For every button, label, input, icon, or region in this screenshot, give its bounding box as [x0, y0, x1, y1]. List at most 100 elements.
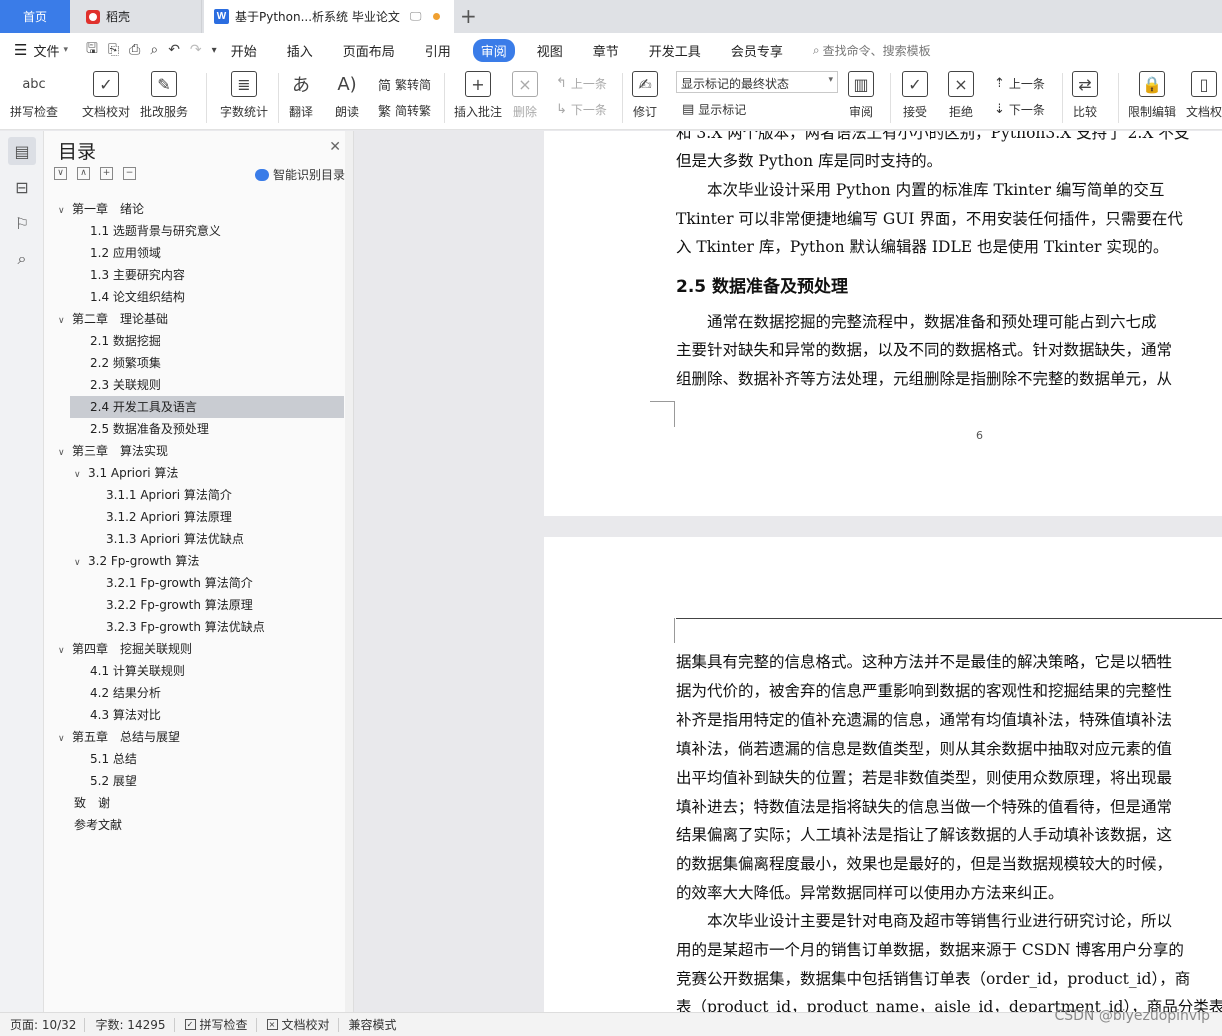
- monitor-icon[interactable]: 🖵: [410, 9, 422, 24]
- trad-to-simp-button[interactable]: 简 繁转简: [378, 75, 431, 94]
- word-count-button[interactable]: ≣ 字数统计: [220, 67, 268, 120]
- print-icon[interactable]: ⎙: [129, 42, 140, 58]
- toc-item[interactable]: 2.3 关联规则: [44, 374, 344, 396]
- toc-item[interactable]: ∨ 第一章 绪论: [44, 198, 344, 220]
- translate-button[interactable]: あ 翻译: [288, 67, 314, 120]
- tab-daoke[interactable]: 稻壳: [72, 0, 202, 33]
- bookmark-icon[interactable]: ⚐: [8, 209, 36, 237]
- chevron-down-icon[interactable]: ∨: [74, 552, 88, 574]
- spell-check-toggle[interactable]: ✓ 拼写检查: [184, 1016, 248, 1033]
- prev-comment-button[interactable]: ↰ 上一条: [556, 75, 607, 92]
- toc-item[interactable]: 1.4 论文组织结构: [44, 286, 344, 308]
- chevron-down-icon[interactable]: ∨: [74, 464, 88, 486]
- toc-item[interactable]: 3.1.1 Apriori 算法简介: [44, 484, 344, 506]
- document-canvas[interactable]: 和 3.X 两个版本，两者语法上有小小的区别，Python3.X 支持了 2.X…: [355, 131, 1222, 1012]
- chevron-down-icon[interactable]: ∨: [58, 200, 72, 222]
- insert-comment-button[interactable]: + 插入批注: [454, 67, 502, 120]
- toc-item[interactable]: 1.3 主要研究内容: [44, 264, 344, 286]
- toc-item[interactable]: 3.2.3 Fp-growth 算法优缺点: [44, 616, 344, 638]
- add-heading-icon[interactable]: +: [100, 167, 113, 180]
- chevron-down-icon[interactable]: ∨: [58, 728, 72, 750]
- toc-item[interactable]: 4.2 结果分析: [44, 682, 344, 704]
- toc-item[interactable]: 5.1 总结: [44, 748, 344, 770]
- toc-item[interactable]: 3.1.2 Apriori 算法原理: [44, 506, 344, 528]
- command-search[interactable]: ⌕ 查找命令、搜索模板: [813, 42, 931, 59]
- file-menu[interactable]: ☰ 文件 ▾: [0, 41, 86, 60]
- simp-to-trad-button[interactable]: 繁 简转繁: [378, 101, 431, 120]
- toc-item[interactable]: 参考文献: [44, 814, 344, 836]
- toc-item[interactable]: 1.1 选题背景与研究意义: [44, 220, 344, 242]
- toc-item-label: 3.2.1 Fp-growth 算法简介: [106, 576, 253, 590]
- toc-item[interactable]: ∨ 第四章 挖掘关联规则: [44, 638, 344, 660]
- toc-item[interactable]: 4.1 计算关联规则: [44, 660, 344, 682]
- toc-item-label: 2.2 频繁项集: [90, 356, 161, 370]
- toc-item[interactable]: 2.2 频繁项集: [44, 352, 344, 374]
- toc-item[interactable]: ∨ 3.1 Apriori 算法: [44, 462, 344, 484]
- export-pdf-icon[interactable]: ⎘: [108, 42, 119, 58]
- prev-change-button[interactable]: ⇡ 上一条: [994, 75, 1045, 92]
- reject-button[interactable]: × 拒绝: [948, 67, 974, 120]
- toc-item[interactable]: ∨ 第三章 算法实现: [44, 440, 344, 462]
- next-comment-button[interactable]: ↳ 下一条: [556, 101, 607, 118]
- menu-page-layout[interactable]: 页面布局: [343, 39, 395, 62]
- tab-document[interactable]: W 基于Python...析系统 毕业论文 🖵: [204, 0, 454, 33]
- menu-view[interactable]: 视图: [537, 39, 563, 62]
- correct-service-button[interactable]: ✎ 批改服务: [140, 67, 188, 120]
- menu-home[interactable]: 开始: [231, 39, 257, 62]
- menu-insert[interactable]: 插入: [287, 39, 313, 62]
- menu-developer[interactable]: 开发工具: [649, 39, 701, 62]
- toc-item[interactable]: 2.4 开发工具及语言: [70, 396, 344, 418]
- read-aloud-button[interactable]: A) 朗读: [334, 67, 360, 120]
- menu-section[interactable]: 章节: [593, 39, 619, 62]
- toc-item[interactable]: 3.1.3 Apriori 算法优缺点: [44, 528, 344, 550]
- toc-item[interactable]: ∨ 3.2 Fp-growth 算法: [44, 550, 344, 572]
- doc-check-toggle[interactable]: × 文档校对: [266, 1016, 330, 1033]
- markup-state-select[interactable]: 显示标记的最终状态: [676, 71, 838, 93]
- collapse-all-icon[interactable]: ∧: [77, 167, 90, 180]
- toc-item[interactable]: 4.3 算法对比: [44, 704, 344, 726]
- track-changes-button[interactable]: ✍ 修订: [632, 67, 658, 120]
- toc-item[interactable]: 2.1 数据挖掘: [44, 330, 344, 352]
- toc-item[interactable]: 2.5 数据准备及预处理: [44, 418, 344, 440]
- more-icon[interactable]: ▾: [212, 45, 217, 56]
- compare-button[interactable]: ⇄ 比较: [1072, 67, 1098, 120]
- review-pane-button[interactable]: ▥ 审阅: [848, 67, 874, 120]
- spell-check-button[interactable]: abc 拼写检查: [10, 67, 58, 120]
- print-preview-icon[interactable]: ⌕: [150, 42, 158, 58]
- chevron-down-icon[interactable]: ∨: [58, 640, 72, 662]
- toc-scrollbar[interactable]: [345, 131, 353, 1012]
- doc-proofread-button[interactable]: ✓ 文档校对: [82, 67, 130, 120]
- search-icon[interactable]: ⌕: [8, 245, 36, 273]
- chapter-nav-icon[interactable]: ⊟: [8, 173, 36, 201]
- show-markup-button[interactable]: ▤ 显示标记: [682, 101, 746, 118]
- toc-item[interactable]: 致 谢: [44, 792, 344, 814]
- smart-toc-button[interactable]: 智能识别目录: [254, 166, 345, 183]
- new-tab-button[interactable]: +: [460, 4, 477, 28]
- menu-review[interactable]: 审阅: [472, 38, 515, 62]
- chevron-down-icon[interactable]: ∨: [58, 310, 72, 332]
- word-count-indicator[interactable]: 字数: 14295: [95, 1016, 165, 1033]
- save-icon[interactable]: 🖫: [86, 38, 98, 62]
- menu-references[interactable]: 引用: [425, 39, 451, 62]
- tab-home[interactable]: 首页: [0, 0, 70, 33]
- toc-item[interactable]: ∨ 第二章 理论基础: [44, 308, 344, 330]
- chevron-down-icon[interactable]: ∨: [58, 442, 72, 464]
- expand-all-icon[interactable]: ∨: [54, 167, 67, 180]
- restrict-editing-button[interactable]: 🔒 限制编辑: [1128, 67, 1176, 120]
- toc-item[interactable]: 1.2 应用领域: [44, 242, 344, 264]
- delete-comment-button[interactable]: × 删除: [512, 67, 538, 120]
- redo-icon[interactable]: ↷: [190, 42, 202, 58]
- toc-item[interactable]: ∨ 第五章 总结与展望: [44, 726, 344, 748]
- toc-item[interactable]: 5.2 展望: [44, 770, 344, 792]
- undo-icon[interactable]: ↶: [168, 42, 180, 58]
- close-icon[interactable]: ✕: [329, 139, 341, 155]
- next-change-button[interactable]: ⇣ 下一条: [994, 101, 1045, 118]
- page-indicator[interactable]: 页面: 10/32: [10, 1016, 76, 1033]
- toc-panel-icon[interactable]: ▤: [8, 137, 36, 165]
- toc-item[interactable]: 3.2.1 Fp-growth 算法简介: [44, 572, 344, 594]
- accept-button[interactable]: ✓ 接受: [902, 67, 928, 120]
- remove-heading-icon[interactable]: −: [123, 167, 136, 180]
- menu-member[interactable]: 会员专享: [731, 39, 783, 62]
- doc-rights-button[interactable]: ▯ 文档权: [1186, 67, 1222, 120]
- toc-item[interactable]: 3.2.2 Fp-growth 算法原理: [44, 594, 344, 616]
